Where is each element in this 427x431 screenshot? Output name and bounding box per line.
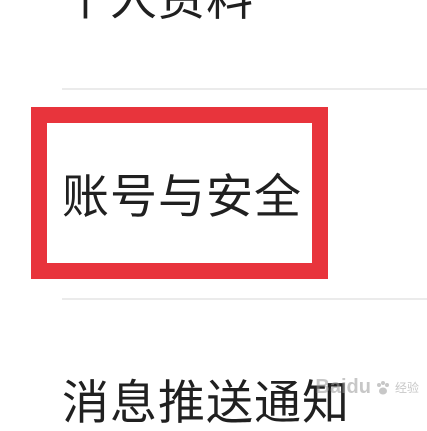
settings-item-profile[interactable]: 个人资料: [62, 0, 254, 23]
settings-item-label: 账号与安全: [62, 170, 302, 225]
watermark-logo: Baidu: [315, 376, 371, 398]
divider: [62, 298, 427, 300]
settings-item-label: 个人资料: [62, 0, 254, 27]
settings-item-account-security[interactable]: 账号与安全: [62, 174, 302, 221]
watermark: Baidu 经验: [315, 376, 419, 399]
settings-item-push-notifications[interactable]: 消息推送通知: [62, 380, 350, 427]
settings-item-label: 消息推送通知: [62, 376, 350, 431]
watermark-sub: 经验: [394, 381, 419, 395]
paw-icon: [376, 380, 389, 394]
divider: [62, 88, 427, 90]
